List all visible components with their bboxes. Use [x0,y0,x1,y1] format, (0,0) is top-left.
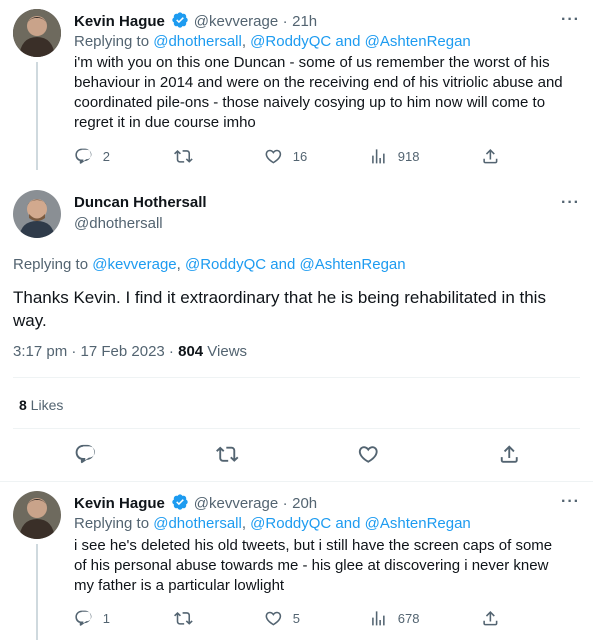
thread-connector [36,62,38,170]
more-options-icon[interactable]: ··· [561,493,580,511]
mention-link[interactable]: @dhothersall [153,33,242,50]
mention-link[interactable]: @RoddyQC [185,256,266,273]
replying-to: Replying to @dhothersall, @RoddyQC and @… [74,515,471,532]
mention-link[interactable]: @AshtenRegan [299,256,405,273]
replying-to: Replying to @kevverage, @RoddyQC and @As… [13,256,406,273]
author-name[interactable]: Kevin Hague [74,13,165,30]
like-button[interactable]: 16 [264,147,307,166]
reply-count: 2 [102,148,110,164]
views-icon [372,611,385,626]
more-options-icon[interactable]: ··· [561,11,580,29]
views-button[interactable]: 678 [369,609,419,628]
author-handle[interactable]: @kevverage [194,13,278,30]
retweet-icon [174,612,193,625]
likes-count: 8 [19,397,27,413]
tweet-timestamp: 3:17 pm · 17 Feb 2023 · 804 Views [13,343,248,360]
tweet-time[interactable]: 21h [292,13,317,30]
retweet-button[interactable] [216,443,239,466]
like-button[interactable] [357,443,380,466]
views-button[interactable]: 918 [369,147,419,166]
author-handle[interactable]: @kevverage [194,495,278,512]
share-icon [483,611,498,626]
author-name[interactable]: Duncan Hothersall [74,194,207,211]
reply-count: 1 [102,610,110,626]
views-icon [372,149,385,164]
retweet-icon [216,446,239,462]
divider [13,377,580,378]
tweet-time[interactable]: 20h [292,495,317,512]
divider [13,428,580,429]
verified-badge-icon [172,494,188,510]
views-count: 678 [397,610,420,626]
author-handle[interactable]: @dhothersall [74,215,163,232]
reply-button[interactable] [74,443,97,466]
share-icon [500,445,518,463]
heart-icon [265,611,282,626]
like-count: 5 [292,610,300,626]
reply-icon [75,444,95,464]
like-count: 16 [292,148,308,164]
retweet-button[interactable] [174,147,193,166]
reply-icon [75,148,92,164]
share-button[interactable] [498,443,521,466]
mention-link[interactable]: @RoddyQC [250,33,331,50]
views-count: 918 [397,148,420,164]
mention-link[interactable]: @dhothersall [153,515,242,532]
share-button[interactable] [481,147,500,166]
separator-dot: · [282,13,288,30]
mention-link[interactable]: @AshtenRegan [365,515,471,532]
thread-connector [36,544,38,640]
separator-dot: · [282,495,288,512]
reply-button[interactable]: 2 [74,147,110,166]
mention-link[interactable]: @RoddyQC [250,515,331,532]
author-name[interactable]: Kevin Hague [74,495,165,512]
share-button[interactable] [481,609,500,628]
mention-link[interactable]: @kevverage [92,256,176,273]
avatar-duncan[interactable] [13,190,61,238]
divider [0,481,593,482]
more-options-icon[interactable]: ··· [561,194,580,212]
views-count: 804 [178,343,204,360]
retweet-icon [174,150,193,163]
verified-badge-icon [172,12,188,28]
heart-icon [358,446,378,463]
reply-button[interactable]: 1 [74,609,110,628]
replying-to: Replying to @dhothersall, @RoddyQC and @… [74,33,471,50]
mention-link[interactable]: @AshtenRegan [365,33,471,50]
reply-icon [75,610,92,626]
timestamp-link[interactable]: 3:17 pm · 17 Feb 2023 · [13,343,178,360]
tweet-text: i see he's deleted his old tweets, but i… [74,537,553,594]
tweet-text: i'm with you on this one Duncan - some o… [74,54,563,131]
share-icon [483,149,498,164]
tweet-text: Thanks Kevin. I find it extraordinary th… [13,288,546,330]
heart-icon [265,149,282,164]
retweet-button[interactable] [174,609,193,628]
avatar-kevin[interactable] [13,9,61,57]
likes-summary[interactable]: 8 Likes [19,397,63,413]
avatar-kevin[interactable] [13,491,61,539]
like-button[interactable]: 5 [264,609,300,628]
